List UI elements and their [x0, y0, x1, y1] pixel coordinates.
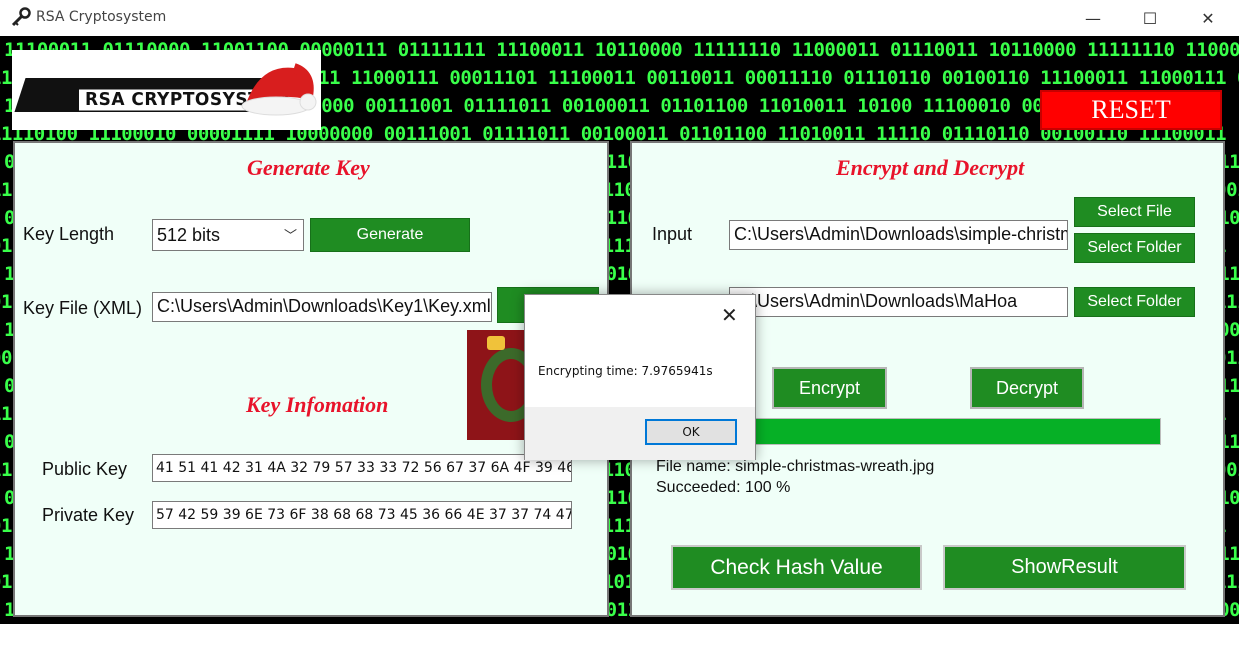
chevron-down-icon: ﹀ — [283, 228, 297, 243]
key-file-field[interactable]: C:\Users\Admin\Downloads\Key1\Key.xml — [152, 292, 492, 322]
select-output-folder-button[interactable]: Select Folder — [1074, 287, 1195, 317]
input-label: Input — [652, 224, 693, 244]
key-length-value: 512 bits — [157, 225, 221, 245]
input-path-field[interactable]: C:\Users\Admin\Downloads\simple-christma… — [729, 220, 1068, 250]
key-icon — [11, 7, 31, 27]
key-file-label: Key File (XML) — [23, 298, 143, 318]
wreath-ring — [481, 348, 527, 422]
key-length-select[interactable]: 512 bits ﹀ — [152, 219, 304, 251]
dialog-ok-button[interactable]: OK — [645, 419, 737, 445]
check-hash-button[interactable]: Check Hash Value — [671, 545, 922, 590]
wreath-bow — [487, 336, 505, 350]
close-button[interactable]: ✕ — [1185, 0, 1231, 36]
minimize-button[interactable]: — — [1070, 0, 1116, 36]
key-length-label: Key Length — [23, 224, 115, 244]
dialog-close-icon[interactable]: ✕ — [721, 303, 738, 327]
encrypt-decrypt-heading: Encrypt and Decrypt — [836, 155, 1025, 180]
dialog-footer: OK — [525, 407, 755, 460]
generate-key-heading: Generate Key — [247, 155, 370, 180]
dialog-message: Encrypting time: 7.9765941s — [538, 364, 713, 378]
wreath-image — [467, 330, 527, 440]
app-logo: RSA CRYPTOSYSTEM — [12, 50, 321, 130]
succeeded-text: Succeeded: 100 % — [656, 479, 791, 496]
private-key-field[interactable]: 57 42 59 39 6E 73 6F 38 68 68 73 45 36 6… — [152, 501, 572, 529]
progress-bar — [752, 418, 1161, 445]
generate-button[interactable]: Generate — [310, 218, 470, 252]
select-input-folder-button[interactable]: Select Folder — [1074, 233, 1195, 263]
reset-button[interactable]: RESET — [1040, 90, 1222, 130]
encrypt-button[interactable]: Encrypt — [772, 367, 887, 409]
title-bar: RSA Cryptosystem — ☐ ✕ — [0, 0, 1239, 36]
maximize-button[interactable]: ☐ — [1127, 0, 1173, 36]
key-info-heading: Key Infomation — [246, 392, 389, 417]
decrypt-button[interactable]: Decrypt — [970, 367, 1084, 409]
public-key-field[interactable]: 41 51 41 42 31 4A 32 79 57 33 33 72 56 6… — [152, 454, 572, 482]
output-path-field[interactable]: C:\Users\Admin\Downloads\MaHoa — [729, 287, 1068, 317]
file-name-text: File name: simple-christmas-wreath.jpg — [656, 458, 935, 475]
select-file-button[interactable]: Select File — [1074, 197, 1195, 227]
app-window: RSA Cryptosystem — ☐ ✕ 11100011 01110000… — [0, 0, 1239, 648]
window-title: RSA Cryptosystem — [36, 9, 167, 25]
public-key-label: Public Key — [42, 459, 128, 479]
show-result-button[interactable]: ShowResult — [943, 545, 1186, 590]
santa-hat-icon — [241, 63, 317, 116]
private-key-label: Private Key — [42, 505, 135, 525]
message-dialog: ✕ Encrypting time: 7.9765941s OK — [524, 294, 756, 460]
